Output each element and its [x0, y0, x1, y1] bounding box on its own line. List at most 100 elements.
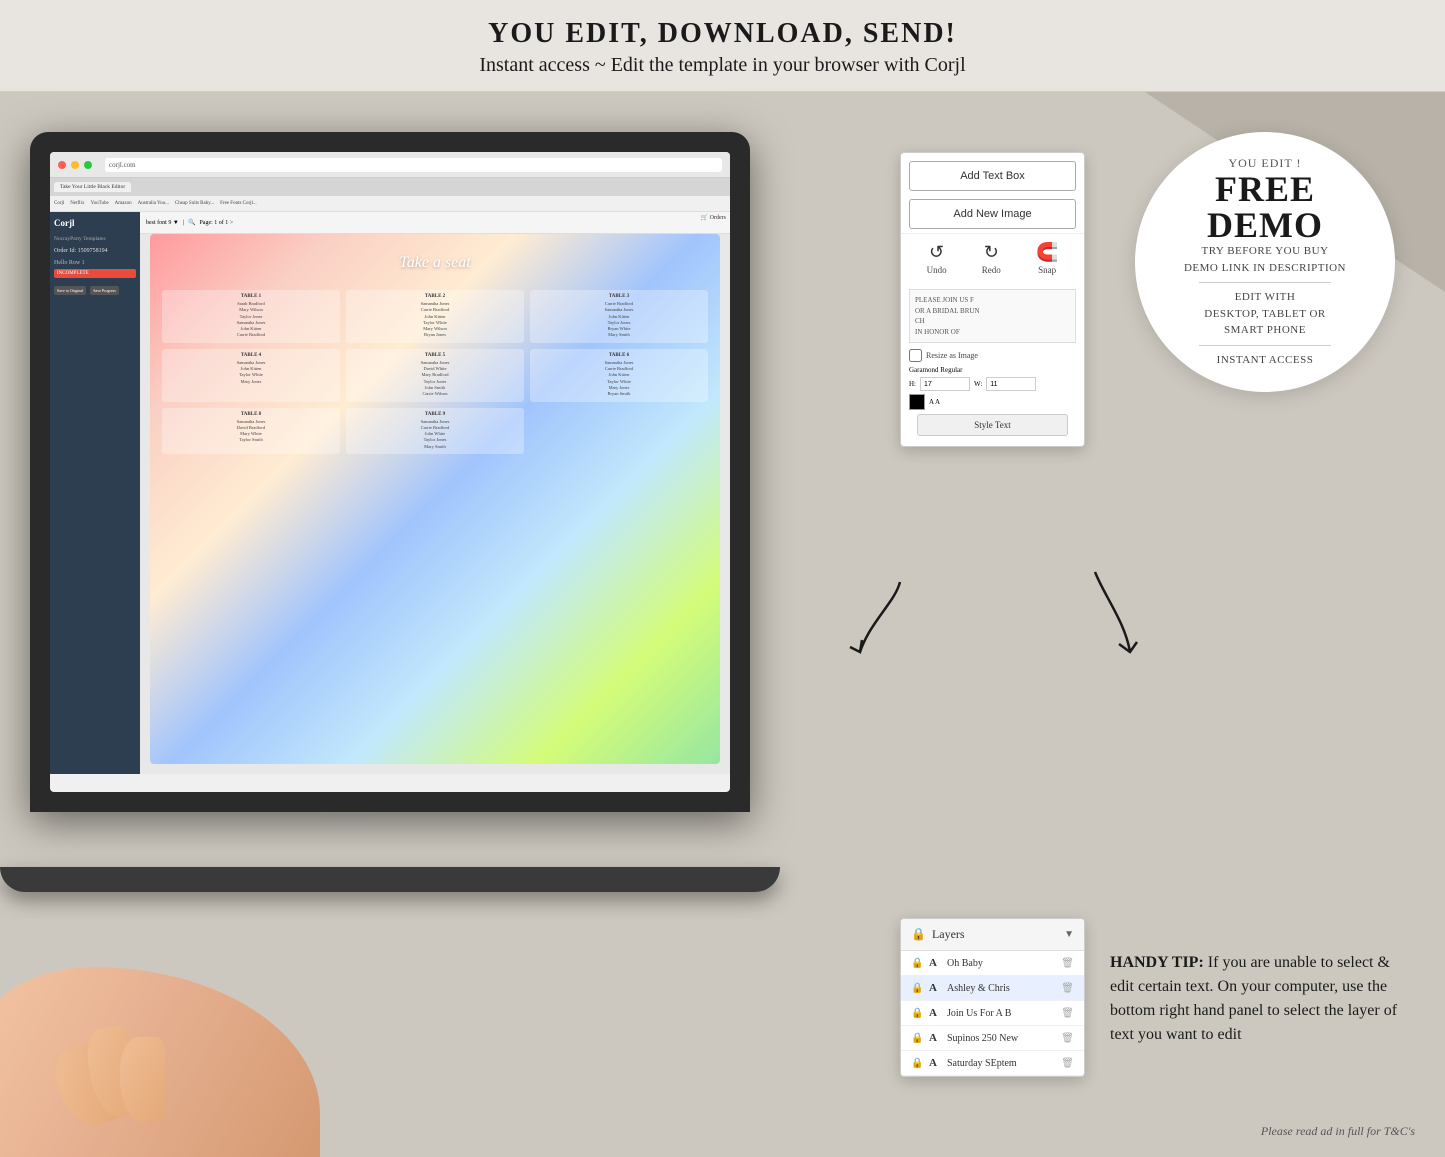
browser-tabs: Take Your Little Black Editor: [50, 178, 730, 196]
layers-panel: 🔒 Layers ▼ 🔒 A Oh Baby 🗑 🔒 A Ashley & Ch…: [900, 918, 1085, 1077]
layer-item-ashley-chris[interactable]: 🔒 A Ashley & Chris 🗑: [901, 976, 1084, 1001]
table-6-block: TABLE 6 Samantha JonesCarrie BradfordJoh…: [530, 349, 708, 402]
layers-chevron-icon[interactable]: ▼: [1064, 929, 1074, 940]
demo-edit-with-label: EDIT WITH: [1235, 291, 1296, 303]
demo-smart-phone-label: SMART PHONE: [1224, 324, 1306, 336]
demo-free-label: FREE DEMO: [1155, 171, 1375, 243]
hand-area: [0, 937, 380, 1157]
redo-button[interactable]: ↻ Redo: [982, 242, 1001, 275]
layer-type-icon-2: A: [929, 982, 941, 994]
redo-icon: ↻: [984, 242, 999, 263]
color-swatch[interactable]: [909, 394, 925, 410]
font-label: Garamond Regular: [909, 366, 962, 374]
layer-lock-icon-3: 🔒: [911, 1008, 923, 1019]
layer-trash-icon-2[interactable]: 🗑: [1061, 983, 1074, 994]
layers-header: 🔒 Layers ▼: [901, 919, 1084, 951]
browser-tab-active[interactable]: Take Your Little Black Editor: [54, 182, 131, 192]
text-preview-box: PLEASE JOIN US F OR A BRIDAL BRUN CH IN …: [909, 289, 1076, 343]
width-label: W:: [974, 380, 982, 388]
bookmark-7: Free Fonts Corjl...: [220, 201, 257, 206]
preview-line-2: OR A BRIDAL BRUN: [915, 306, 1070, 317]
demo-instant-access: INSTANT ACCESS: [1217, 352, 1314, 369]
bookmark-5: Australia You...: [138, 201, 169, 206]
banner-line2: Instant access ~ Edit the template in yo…: [0, 54, 1445, 77]
layer-trash-icon-3[interactable]: 🗑: [1061, 1008, 1074, 1019]
table-2-header: TABLE 2: [350, 294, 520, 299]
table-4-block: TABLE 4 Samantha JonesJohn KittenTaylor …: [162, 349, 340, 402]
layers-title: 🔒 Layers: [911, 927, 965, 942]
seating-tables-grid: TABLE 1 Sarah BradfordMary WilsonTaylor …: [150, 282, 720, 462]
arrow-to-layers-panel: [1075, 562, 1155, 672]
browser-dot-green: [84, 161, 92, 169]
layer-item-oh-baby[interactable]: 🔒 A Oh Baby 🗑: [901, 951, 1084, 976]
undo-button[interactable]: ↺ Undo: [927, 242, 947, 275]
add-text-box-button[interactable]: Add Text Box: [909, 161, 1076, 191]
bookmarks-bar: Corjl Netflix YouTube Amazon Australia Y…: [50, 196, 730, 212]
font-size-row: Garamond Regular: [909, 366, 1076, 374]
table-9-names: Samantha JonesCarrie BradfordJohn WhiteT…: [350, 419, 520, 450]
arrow-to-edit-panel: [840, 572, 920, 672]
resize-as-image-row: Resize as Image: [909, 349, 1076, 362]
table-9-header: TABLE 9: [350, 412, 520, 417]
height-input[interactable]: [920, 377, 970, 391]
hello-row-label: Hello Row 1: [54, 260, 136, 266]
demo-devices-label: DESKTOP, TABLET OR: [1204, 308, 1326, 320]
corjl-menu-templates[interactable]: NocrayParty Templates: [54, 234, 136, 244]
style-text-button[interactable]: Style Text: [917, 414, 1068, 436]
add-new-image-button[interactable]: Add New Image: [909, 199, 1076, 229]
macbook-label: MacBook Pro: [320, 811, 370, 819]
layer-name-oh-baby: Oh Baby: [947, 958, 1055, 969]
browser-bar: corjl.com: [50, 152, 730, 178]
layer-trash-icon-4[interactable]: 🗑: [1061, 1033, 1074, 1044]
resize-as-image-checkbox[interactable]: [909, 349, 922, 362]
corjl-interface: Corjl NocrayParty Templates Order Id: 15…: [50, 212, 730, 774]
table-1-header: TABLE 1: [166, 294, 336, 299]
toolbar-font-label: best font 9 ▼: [146, 220, 179, 226]
bookmark-4: Amazon: [115, 201, 132, 206]
table-4-names: Samantha JonesJohn KittenTaylor WhiteMar…: [166, 360, 336, 385]
snap-label: Snap: [1038, 265, 1056, 275]
table-5-names: Samantha JonesDavid WhiteMary BradfordTa…: [350, 360, 520, 398]
edit-panel: Add Text Box Add New Image ↺ Undo ↻ Redo…: [900, 152, 1085, 447]
layer-name-saturday: Saturday SEptem: [947, 1058, 1055, 1069]
corjl-incomplete-badge: INCOMPLETE: [54, 269, 136, 278]
layer-type-icon-4: A: [929, 1032, 941, 1044]
layer-type-icon-5: A: [929, 1057, 941, 1069]
top-banner: YOU EDIT, DOWNLOAD, SEND! Instant access…: [0, 0, 1445, 92]
edit-panel-content: PLEASE JOIN US F OR A BRIDAL BRUN CH IN …: [901, 283, 1084, 446]
seating-chart-preview: Take a seat TABLE 1 Sarah BradfordMary W…: [150, 234, 720, 764]
bookmark-3: YouTube: [90, 201, 108, 206]
corjl-toolbar: best font 9 ▼ | 🔍 Page: 1 of 1 > 🛒 Order…: [140, 212, 730, 234]
layer-lock-icon-1: 🔒: [911, 958, 923, 969]
demo-link-text: DEMO LINK IN DESCRIPTION: [1184, 262, 1346, 274]
layer-item-saturday[interactable]: 🔒 A Saturday SEptem 🗑: [901, 1051, 1084, 1076]
layer-type-icon-3: A: [929, 1007, 941, 1019]
layer-trash-icon-5[interactable]: 🗑: [1061, 1058, 1074, 1069]
layer-trash-icon-1[interactable]: 🗑: [1061, 958, 1074, 969]
corjl-order-id: Order Id: 1509758194: [54, 248, 136, 254]
corjl-sidebar: Corjl NocrayParty Templates Order Id: 15…: [50, 212, 140, 774]
toolbar-zoom: 🔍: [188, 219, 195, 226]
save-to-original-btn[interactable]: Save to Original: [54, 286, 86, 295]
demo-edit-with-text: EDIT WITH DESKTOP, TABLET OR SMART PHONE: [1204, 289, 1326, 339]
width-input[interactable]: [986, 377, 1036, 391]
layer-item-join-us[interactable]: 🔒 A Join Us For A B 🗑: [901, 1001, 1084, 1026]
layer-name-supinos: Supinos 250 New: [947, 1033, 1055, 1044]
demo-divider-2: [1199, 345, 1331, 346]
laptop-body: corjl.com Take Your Little Black Editor …: [30, 132, 750, 812]
url-text: corjl.com: [109, 161, 136, 169]
snap-button[interactable]: 🧲 Snap: [1036, 242, 1058, 275]
corjl-main: best font 9 ▼ | 🔍 Page: 1 of 1 > 🛒 Order…: [140, 212, 730, 774]
save-progress-btn[interactable]: Save Progress: [90, 286, 119, 295]
browser-address: corjl.com: [105, 158, 722, 172]
table-6-header: TABLE 6: [534, 353, 704, 358]
layer-lock-icon-2: 🔒: [911, 983, 923, 994]
height-label: H:: [909, 380, 916, 388]
seating-chart-title: Take a seat: [150, 234, 720, 272]
table-8-header: TABLE 8: [166, 412, 336, 417]
layer-item-supinos[interactable]: 🔒 A Supinos 250 New 🗑: [901, 1026, 1084, 1051]
toolbar-orders-btn[interactable]: 🛒 Orders: [701, 214, 726, 221]
layers-title-text: Layers: [932, 927, 965, 942]
laptop: corjl.com Take Your Little Black Editor …: [30, 132, 770, 952]
layer-name-ashley-chris: Ashley & Chris: [947, 983, 1055, 994]
